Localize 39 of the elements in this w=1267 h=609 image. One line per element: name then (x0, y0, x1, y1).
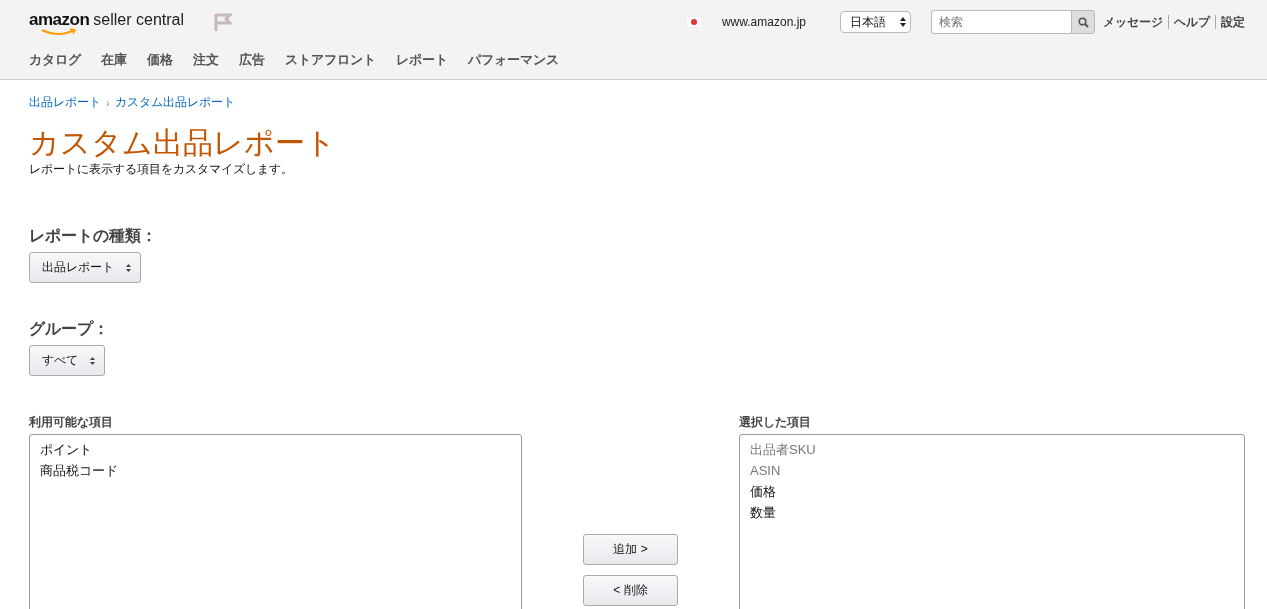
language-select[interactable]: 日本語 (840, 11, 911, 33)
nav-tab[interactable]: 注文 (193, 51, 219, 69)
updown-caret-icon (126, 263, 131, 272)
list-item[interactable]: 商品税コード (40, 462, 521, 479)
list-label: 選択した項目 (739, 414, 812, 431)
header-link[interactable]: 設定 (1221, 13, 1245, 31)
list-label: 利用可能な項目 (29, 414, 114, 431)
header-link[interactable]: ヘルプ (1174, 13, 1210, 31)
breadcrumb-separator: › (106, 96, 110, 109)
header-link[interactable]: メッセージ (1103, 13, 1163, 31)
search-icon (1077, 16, 1089, 28)
nav-tab[interactable]: 広告 (239, 51, 265, 69)
page-title: カスタム出品レポート (29, 125, 337, 161)
field-label: グループ： (29, 319, 110, 339)
list-item[interactable]: 数量 (750, 504, 1244, 521)
page-description: レポートに表示する項目をカスタマイズします。 (29, 161, 294, 178)
marketplace-label: www.amazon.jp (721, 15, 806, 29)
move-button[interactable]: < 削除 (583, 575, 678, 606)
nav-tab[interactable]: 価格 (147, 51, 173, 69)
list-item[interactable]: ポイント (40, 441, 521, 458)
nav-tab[interactable]: パフォーマンス (468, 51, 559, 69)
breadcrumb-link[interactable]: カスタム出品レポート (114, 94, 235, 111)
search-button[interactable] (1071, 10, 1095, 34)
logo[interactable]: amazon seller central (29, 10, 184, 34)
breadcrumb-link[interactable]: 出品レポート (29, 94, 101, 111)
move-button[interactable]: 追加 > (583, 534, 678, 565)
nav-tab[interactable]: ストアフロント (285, 51, 376, 69)
report-type-select[interactable]: 出品レポート (29, 252, 141, 283)
search-field[interactable]: 検索 (931, 10, 1071, 34)
updown-caret-icon (90, 356, 95, 365)
list-item[interactable]: 価格 (750, 483, 1244, 500)
nav-tab[interactable]: 在庫 (101, 51, 127, 69)
nav-tab[interactable]: カタログ (29, 51, 81, 69)
group-select[interactable]: すべて (29, 345, 105, 376)
field-label: レポートの種類： (29, 226, 158, 246)
flag-icon (685, 16, 702, 28)
updown-caret-icon (900, 17, 906, 27)
item-listbox[interactable]: ポイント 商品税コード (29, 434, 522, 609)
nav-tab[interactable]: レポート (396, 51, 448, 69)
